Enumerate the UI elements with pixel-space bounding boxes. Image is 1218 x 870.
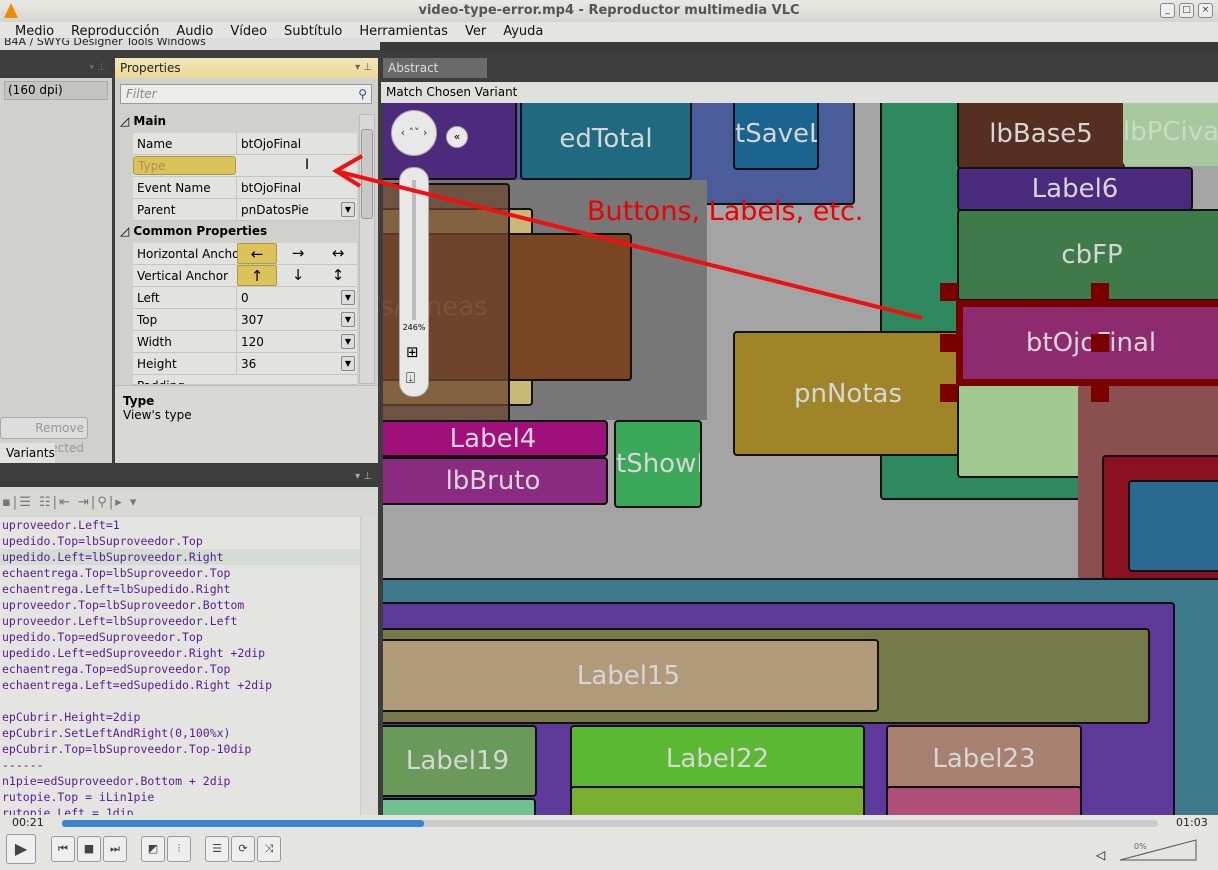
volume-level: 0% <box>1134 842 1147 851</box>
next-button[interactable]: ⏭ <box>103 836 127 862</box>
speaker-icon[interactable]: ◁ <box>1096 848 1105 862</box>
volume-slider[interactable] <box>1118 838 1198 862</box>
arrow-line <box>339 170 923 320</box>
extended-settings-button[interactable]: ⫶ <box>167 836 191 862</box>
elapsed-time: 00:21 <box>12 816 44 829</box>
playlist-button[interactable]: ☰ <box>205 836 229 862</box>
play-button[interactable]: ▶ <box>6 834 36 864</box>
total-time: 01:03 <box>1176 816 1208 829</box>
stop-button[interactable]: ■ <box>77 836 101 862</box>
shuffle-button[interactable]: ⤨ <box>257 836 281 862</box>
annotation-arrow <box>332 154 923 320</box>
fullscreen-button[interactable]: ◩ <box>141 836 165 862</box>
previous-button[interactable]: ⏮ <box>51 836 75 862</box>
arrow-head <box>332 154 363 188</box>
seek-progress <box>62 820 424 827</box>
loop-button[interactable]: ⟳ <box>231 836 255 862</box>
